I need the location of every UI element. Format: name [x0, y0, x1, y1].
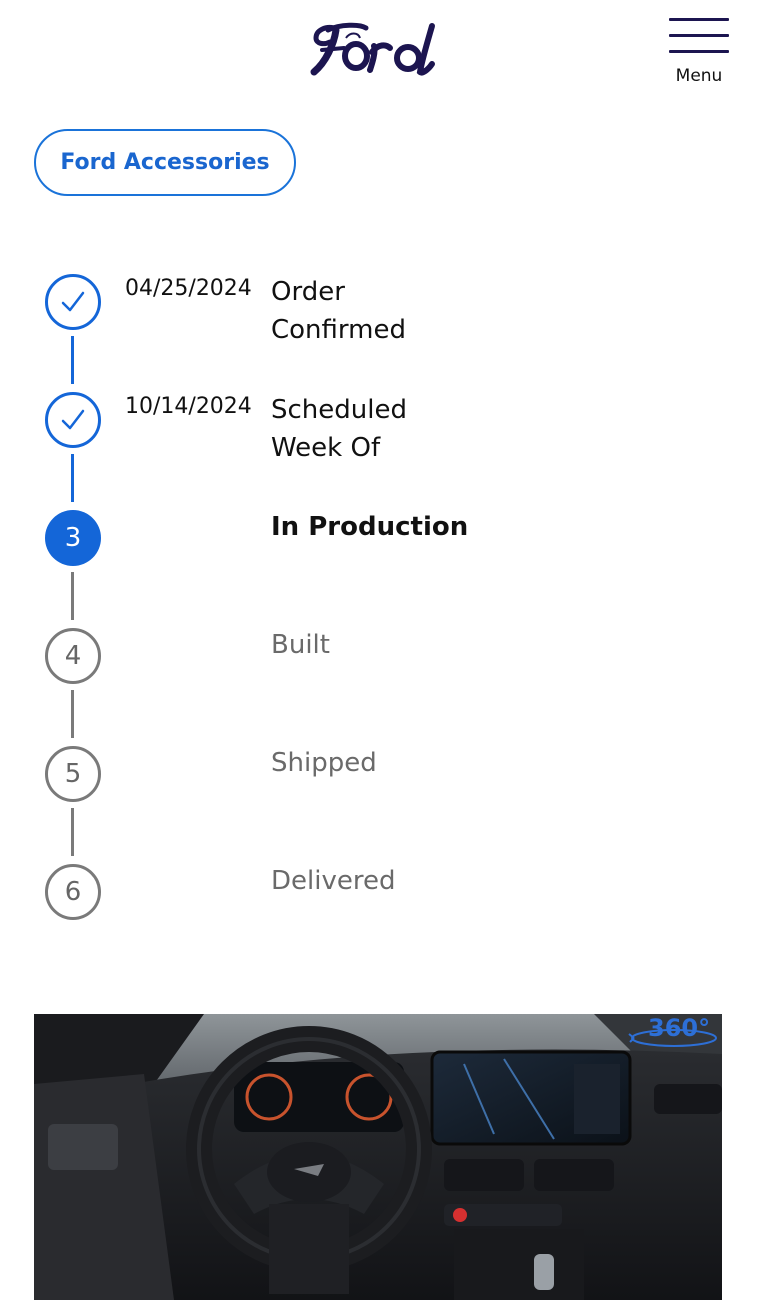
timeline-connector [71, 808, 74, 856]
step-2-complete-circle [45, 392, 101, 448]
hamburger-icon [669, 18, 729, 54]
ford-logo[interactable] [304, 18, 454, 82]
menu-label: Menu [675, 66, 723, 86]
timeline-connector [71, 690, 74, 738]
timeline-connector [71, 454, 74, 502]
step-label: Delivered [271, 866, 396, 896]
vehicle-interior-360-view[interactable]: 360° [34, 1014, 722, 1300]
timeline-connector [71, 336, 74, 384]
order-status-timeline: 04/25/2024 Order Confirmed 10/14/2024 Sc… [0, 240, 757, 940]
360-rotate-icon[interactable]: 360° [628, 1014, 720, 1050]
step-label: In Production [271, 512, 469, 542]
timeline-connector [71, 572, 74, 620]
step-6-pending-circle: 6 [45, 864, 101, 920]
360-badge-label: 360° [648, 1014, 711, 1042]
step-date: 04/25/2024 [125, 276, 252, 301]
checkmark-icon [61, 409, 85, 430]
step-1-complete-circle [45, 274, 101, 330]
step-label: Order Confirmed [271, 277, 406, 345]
step-4-pending-circle: 4 [45, 628, 101, 684]
checkmark-icon [61, 291, 85, 312]
vehicle-interior-image [34, 1014, 722, 1300]
step-3-current-circle: 3 [45, 510, 101, 566]
step-label: Shipped [271, 748, 377, 778]
header: Menu [0, 0, 757, 100]
step-5-pending-circle: 5 [45, 746, 101, 802]
menu-button[interactable]: Menu [666, 18, 732, 90]
step-date: 10/14/2024 [125, 394, 252, 419]
step-label: Built [271, 630, 330, 660]
step-label: Scheduled Week Of [271, 395, 407, 463]
ford-accessories-button[interactable]: Ford Accessories [34, 129, 296, 196]
